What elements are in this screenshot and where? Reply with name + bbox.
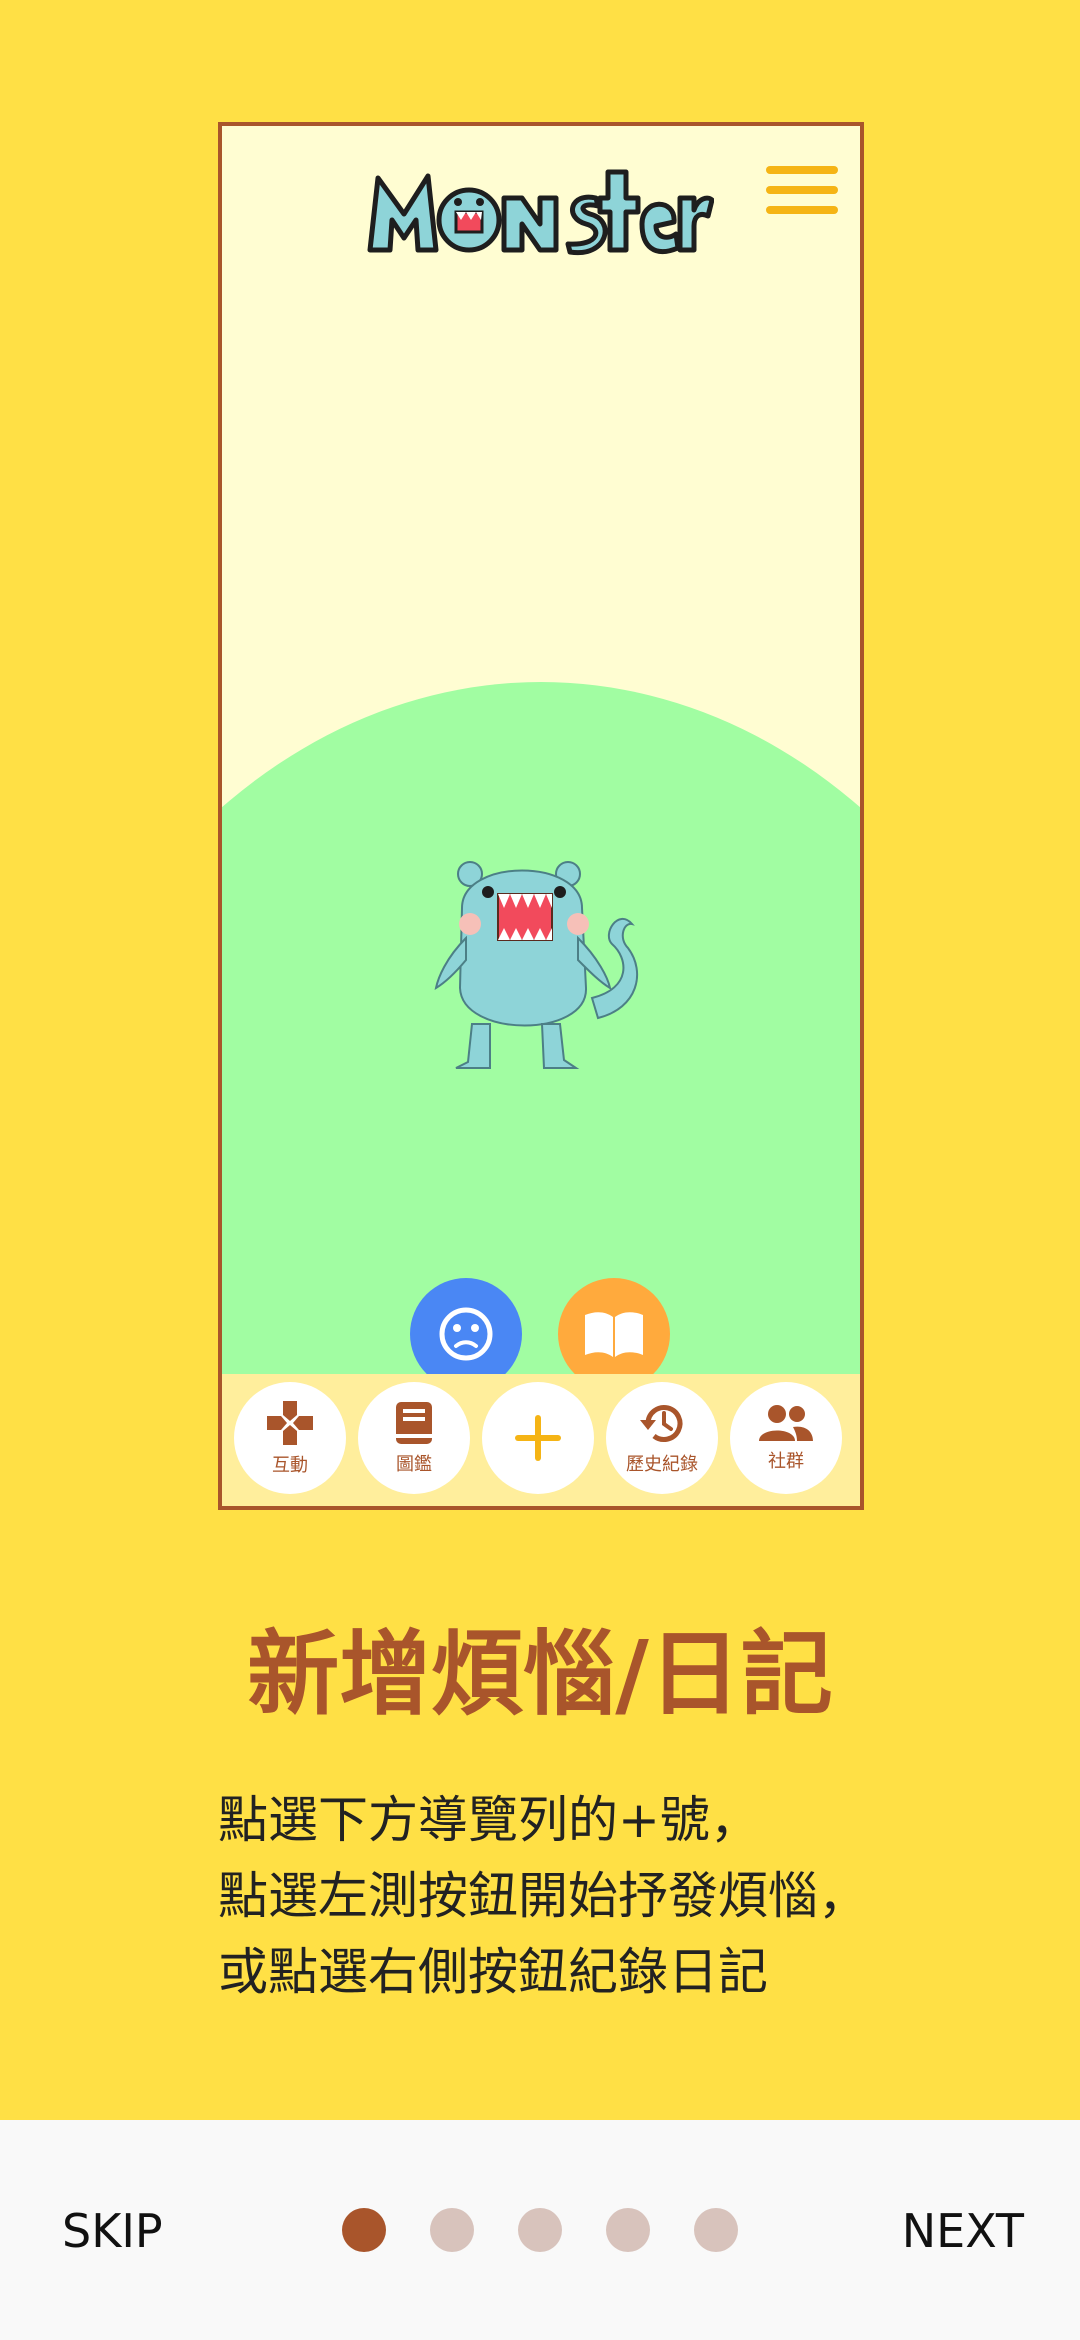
description-line: 或點選右側按鈕紀錄日記 bbox=[218, 1943, 768, 2001]
nav-interact[interactable]: 互動 bbox=[234, 1382, 346, 1494]
plus-icon bbox=[515, 1415, 561, 1461]
description-line: 點選左測按鈕開始抒發煩惱， bbox=[218, 1867, 868, 1925]
description-line: 點選下方導覽列的+號， bbox=[218, 1791, 760, 1849]
onboarding-description: 點選下方導覽列的+號， 點選左測按鈕開始抒發煩惱， 或點選右側按鈕紀錄日記 bbox=[218, 1782, 938, 2010]
monster-character bbox=[434, 861, 639, 1069]
group-icon bbox=[759, 1405, 813, 1441]
hamburger-menu-icon[interactable] bbox=[766, 166, 838, 222]
app-preview: 互動 圖鑑 歷史紀錄 社群 bbox=[218, 122, 864, 1510]
page-dot-1[interactable] bbox=[342, 2208, 386, 2252]
gamepad-icon bbox=[267, 1401, 313, 1445]
page-dot-5[interactable] bbox=[694, 2208, 738, 2252]
open-book-icon bbox=[585, 1312, 643, 1357]
page-indicator bbox=[342, 2208, 742, 2254]
monsters-logo bbox=[367, 169, 714, 256]
bottom-navigation: 互動 圖鑑 歷史紀錄 社群 bbox=[222, 1374, 860, 1506]
nav-history-label: 歷史紀錄 bbox=[626, 1454, 698, 1475]
page-dot-3[interactable] bbox=[518, 2208, 562, 2252]
page-dot-2[interactable] bbox=[430, 2208, 474, 2252]
next-button[interactable]: NEXT bbox=[902, 2204, 1024, 2258]
nav-interact-label: 互動 bbox=[272, 1455, 308, 1476]
page-dot-4[interactable] bbox=[606, 2208, 650, 2252]
skip-button[interactable]: SKIP bbox=[62, 2204, 163, 2258]
nav-collection-label: 圖鑑 bbox=[396, 1454, 432, 1475]
nav-collection[interactable]: 圖鑑 bbox=[358, 1382, 470, 1494]
onboarding-footer: SKIP NEXT bbox=[0, 2120, 1080, 2340]
nav-community[interactable]: 社群 bbox=[730, 1382, 842, 1494]
nav-community-label: 社群 bbox=[768, 1451, 804, 1472]
neutral-face-icon bbox=[439, 1307, 493, 1361]
nav-history[interactable]: 歷史紀錄 bbox=[606, 1382, 718, 1494]
history-icon bbox=[640, 1405, 683, 1442]
book-icon bbox=[396, 1402, 432, 1444]
onboarding-title: 新增煩惱/日記 bbox=[247, 1621, 833, 1728]
nav-add-button[interactable] bbox=[482, 1382, 594, 1494]
